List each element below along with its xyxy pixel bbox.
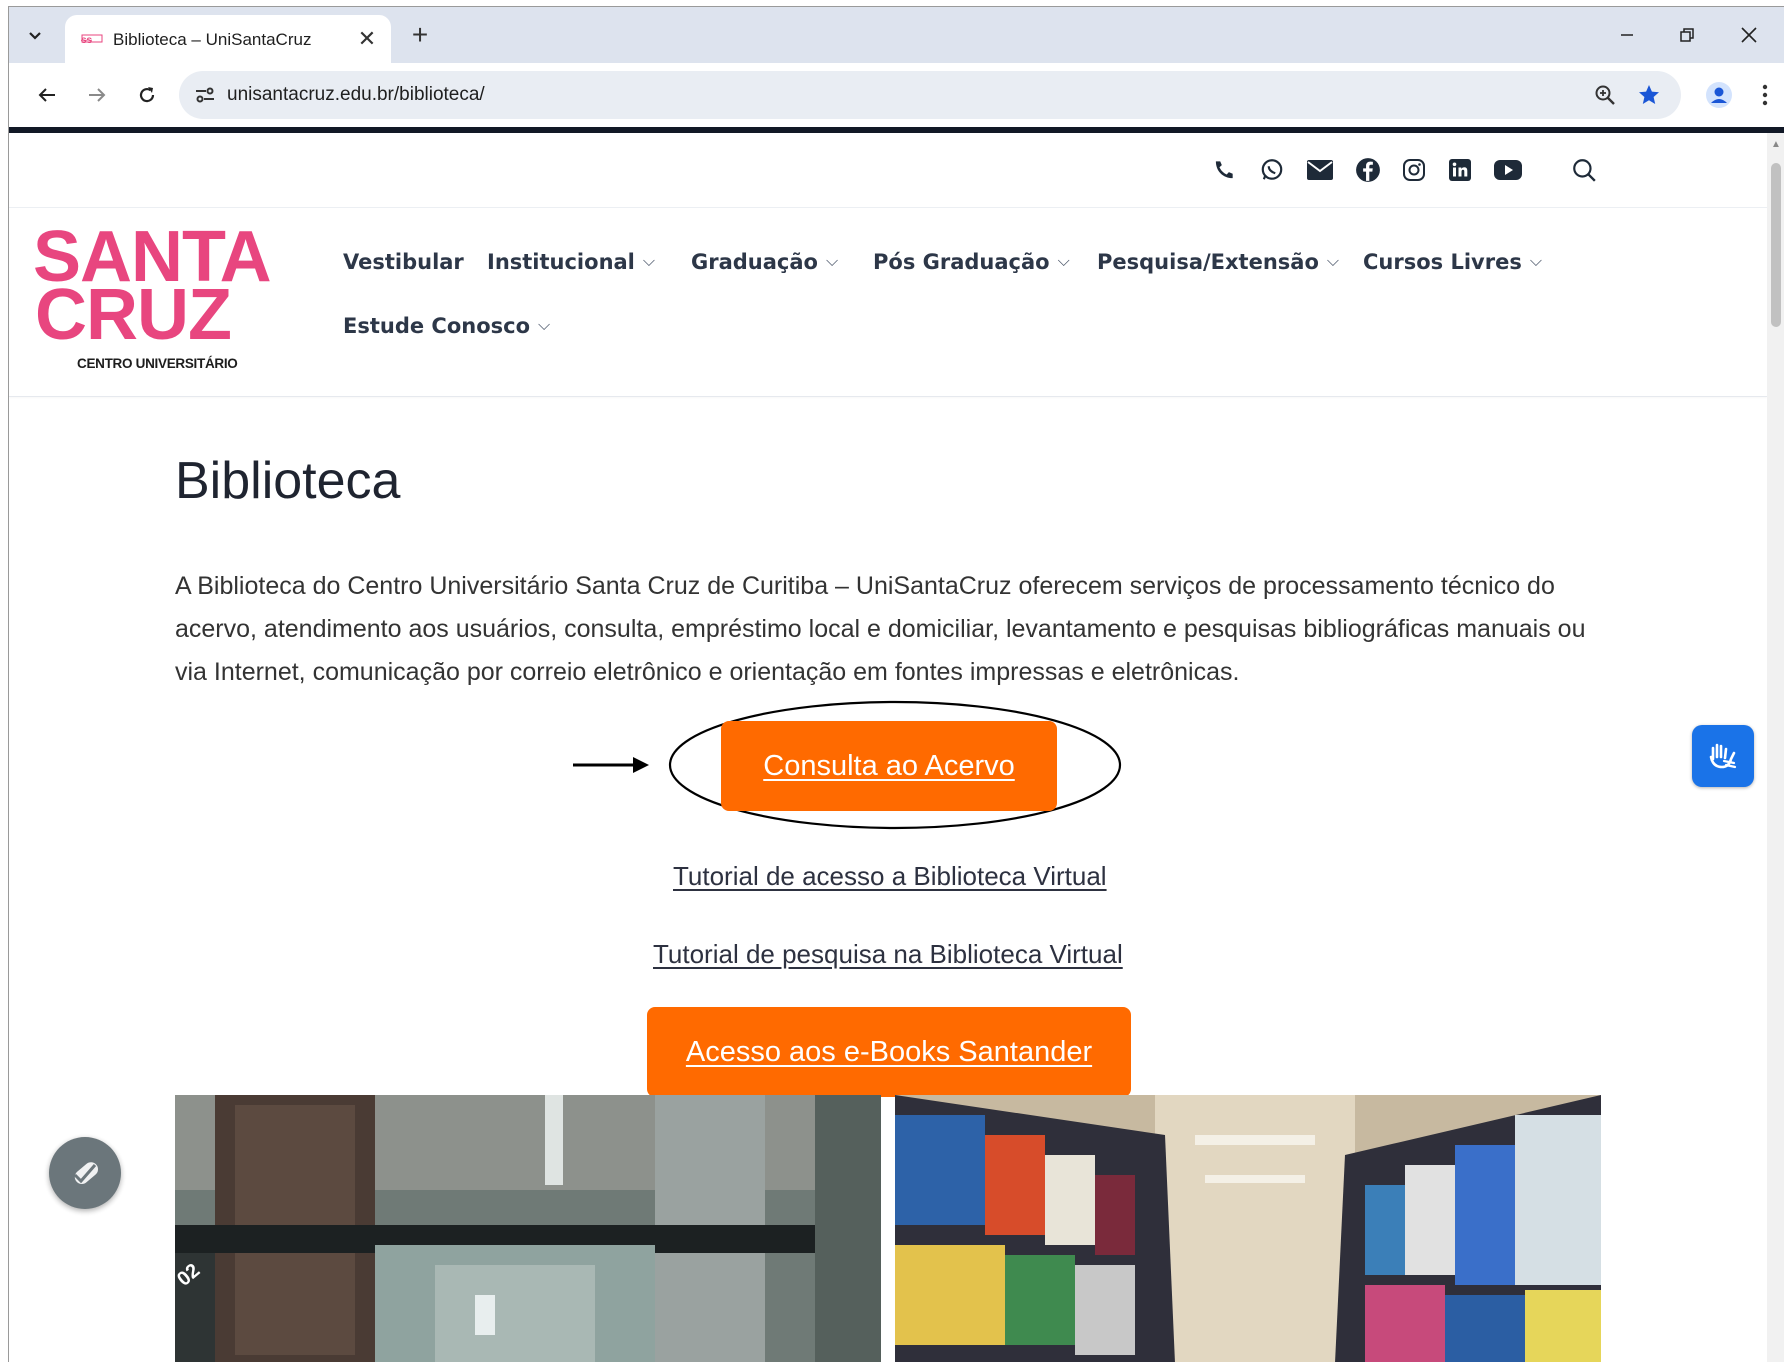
facebook-icon[interactable] <box>1353 155 1383 185</box>
sign-language-accessibility-button[interactable] <box>1692 725 1754 787</box>
menu-label: Pesquisa/Extensão <box>1097 250 1319 274</box>
hands-icon <box>1709 743 1737 769</box>
library-entrance-photo: 02 <box>175 1095 881 1362</box>
library-shelves-photo <box>895 1095 1601 1362</box>
reload-icon[interactable] <box>129 77 165 113</box>
annotation-arrowhead <box>633 757 649 773</box>
site-favicon-icon: ᵴᵴ <box>81 34 103 46</box>
tab-search-chevron-icon[interactable] <box>19 19 51 51</box>
zoom-icon[interactable] <box>1591 81 1619 109</box>
tab-close-icon[interactable]: ✕ <box>355 27 379 51</box>
linkedin-icon[interactable] <box>1445 155 1475 185</box>
instagram-icon[interactable] <box>1399 155 1429 185</box>
ebooks-santander-label: Acesso aos e-Books Santander <box>685 1035 1093 1068</box>
menu-item-graduacao[interactable]: Graduação ⌵ <box>691 250 838 274</box>
page-title: Biblioteca <box>175 452 401 510</box>
menu-item-pesquisa-extensao[interactable]: Pesquisa/Extensão ⌵ <box>1097 250 1339 274</box>
menu-label: Cursos Livres <box>1363 250 1522 274</box>
browser-toolbar: unisantacruz.edu.br/biblioteca/ <box>9 63 1784 127</box>
search-icon[interactable] <box>1569 155 1599 185</box>
address-bar[interactable]: unisantacruz.edu.br/biblioteca/ <box>179 71 1681 119</box>
menu-label: Graduação <box>691 250 818 274</box>
new-tab-button[interactable]: + <box>405 21 435 51</box>
chevron-down-icon: ⌵ <box>825 251 839 270</box>
scroll-up-arrow-icon[interactable]: ▲ <box>1771 139 1781 150</box>
tutorial-pesquisa-link[interactable]: Tutorial de pesquisa na Biblioteca Virtu… <box>653 939 1123 970</box>
chevron-down-icon: ⌵ <box>1326 251 1340 270</box>
menu-label: Institucional <box>487 250 635 274</box>
forward-arrow-icon[interactable] <box>79 77 115 113</box>
chevron-down-icon: ⌵ <box>1057 251 1070 270</box>
site-header: SANTA CRUZ CENTRO UNIVERSITÁRIO Vestibul… <box>9 208 1767 397</box>
ebooks-santander-button[interactable]: Acesso aos e-Books Santander <box>647 1007 1131 1097</box>
menu-item-pos-graduacao[interactable]: Pós Graduação ⌵ <box>873 250 1070 274</box>
chevron-down-icon: ⌵ <box>642 251 656 270</box>
window-close-icon[interactable] <box>1729 19 1769 51</box>
logo-subtitle: CENTRO UNIVERSITÁRIO <box>77 356 238 371</box>
site-info-icon[interactable] <box>193 83 217 107</box>
menu-label: Estude Conosco <box>343 314 531 338</box>
scrollbar-thumb[interactable] <box>1771 163 1781 327</box>
consulta-acervo-label: Consulta ao Acervo <box>763 749 1015 782</box>
minimize-icon[interactable] <box>1607 19 1647 51</box>
whatsapp-icon[interactable] <box>1257 155 1287 185</box>
page-scrollbar[interactable]: ▲ <box>1767 133 1784 1362</box>
profile-avatar-icon[interactable] <box>1701 77 1737 113</box>
menu-item-cursos-livres[interactable]: Cursos Livres ⌵ <box>1363 250 1542 274</box>
page-viewport: SANTA CRUZ CENTRO UNIVERSITÁRIO Vestibul… <box>9 133 1767 1362</box>
menu-item-vestibular[interactable]: Vestibular <box>343 250 464 274</box>
phone-icon[interactable] <box>1209 155 1239 185</box>
chevron-down-icon: ⌵ <box>538 315 551 334</box>
menu-label: Pós Graduação <box>873 250 1050 274</box>
url-text[interactable]: unisantacruz.edu.br/biblioteca/ <box>227 84 485 106</box>
consulta-acervo-button[interactable]: Consulta ao Acervo <box>721 721 1057 811</box>
top-contact-bar <box>9 133 1767 208</box>
svg-text:ᵴᵴ: ᵴᵴ <box>81 35 93 46</box>
intro-paragraph: A Biblioteca do Centro Universitário San… <box>175 572 1586 686</box>
email-icon[interactable] <box>1305 155 1335 185</box>
browser-menu-icon[interactable] <box>1747 77 1783 113</box>
menu-item-estude-conosco[interactable]: Estude Conosco ⌵ <box>343 314 550 338</box>
browser-tab[interactable]: ᵴᵴ Biblioteca – UniSantaCruz ✕ <box>65 15 391 63</box>
tab-title: Biblioteca – UniSantaCruz <box>113 30 312 49</box>
edit-check-icon <box>73 1162 99 1184</box>
tab-strip: ᵴᵴ Biblioteca – UniSantaCruz ✕ + <box>9 7 1784 63</box>
floating-widget-button[interactable] <box>49 1137 121 1209</box>
site-logo[interactable]: SANTA CRUZ CENTRO UNIVERSITÁRIO <box>33 221 295 378</box>
youtube-icon[interactable] <box>1493 155 1523 185</box>
menu-item-institucional[interactable]: Institucional ⌵ <box>487 250 655 274</box>
restore-icon[interactable] <box>1667 19 1707 51</box>
menu-label: Vestibular <box>343 250 464 274</box>
back-arrow-icon[interactable] <box>29 77 65 113</box>
tutorial-acesso-link[interactable]: Tutorial de acesso a Biblioteca Virtual <box>673 861 1107 892</box>
bookmark-star-icon[interactable] <box>1635 81 1663 109</box>
browser-window: ᵴᵴ Biblioteca – UniSantaCruz ✕ + unisant… <box>8 6 1784 1362</box>
chevron-down-icon: ⌵ <box>1529 251 1542 270</box>
